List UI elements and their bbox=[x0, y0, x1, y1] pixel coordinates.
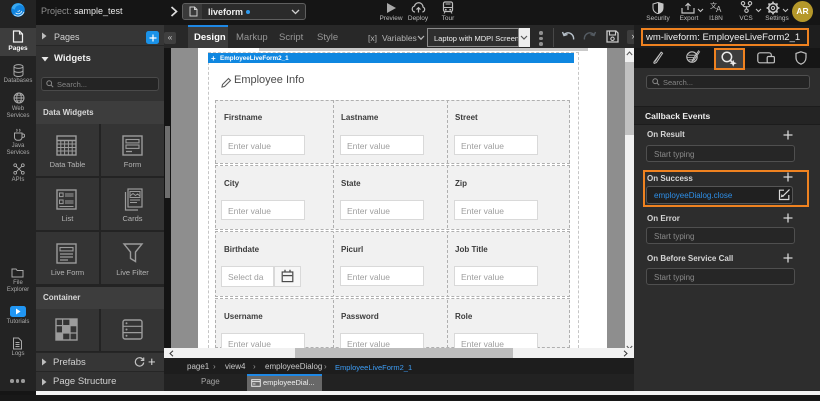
svg-text:A: A bbox=[716, 5, 722, 13]
